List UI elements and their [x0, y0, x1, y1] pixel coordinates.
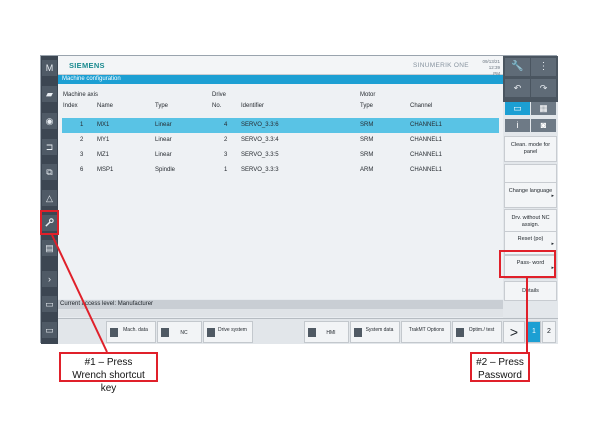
callout1-line	[51, 234, 108, 353]
callout-wrench: #1 – Press Wrench shortcut key	[59, 352, 158, 394]
callout-password: #2 – Press Password	[470, 352, 530, 382]
